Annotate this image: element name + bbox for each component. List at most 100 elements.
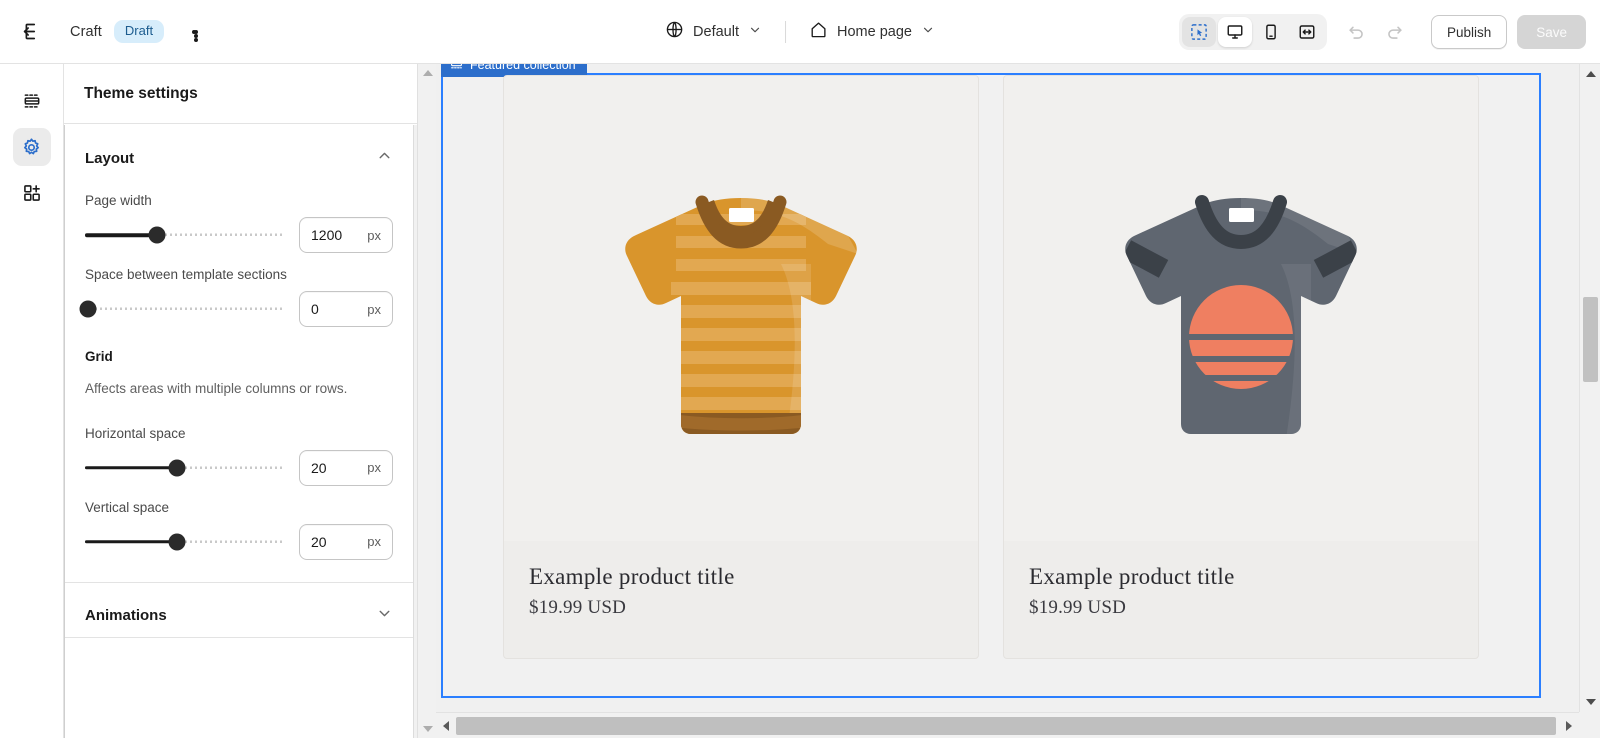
section-header-layout[interactable]: Layout bbox=[85, 125, 393, 179]
save-button[interactable]: Save bbox=[1517, 15, 1586, 49]
panel-header: Theme settings bbox=[64, 64, 435, 124]
sidebar-item-sections[interactable] bbox=[13, 82, 51, 120]
locale-selector[interactable]: Default bbox=[654, 13, 773, 50]
dot bbox=[193, 37, 198, 42]
product-title[interactable]: Example product title bbox=[529, 563, 953, 592]
product-price: $19.99 USD bbox=[1029, 596, 1127, 618]
product-card-1[interactable]: Example product title $19.99 USD bbox=[503, 75, 979, 659]
product-card-2[interactable]: Example product title $19.99 USD bbox=[1003, 75, 1479, 659]
triangle-up-icon bbox=[1585, 71, 1596, 77]
slider-thumb[interactable] bbox=[168, 533, 186, 551]
input-horizontal-space[interactable]: 20 px bbox=[299, 449, 393, 486]
field-label-space-between-sections: Space between template sections bbox=[85, 267, 287, 282]
triangle-right-icon bbox=[1566, 721, 1572, 731]
section-icon bbox=[450, 64, 463, 73]
dot bbox=[193, 29, 198, 34]
dots-group bbox=[192, 29, 198, 42]
divider bbox=[784, 20, 786, 43]
slider-fill bbox=[85, 540, 177, 544]
section-title: Animations bbox=[85, 607, 167, 625]
top-bar: Craft Draft Default Home page Publish Sa… bbox=[0, 0, 1600, 64]
selected-section-frame[interactable]: Featured collection Example product titl… bbox=[441, 64, 1541, 698]
orange-striped-tshirt-icon bbox=[625, 195, 857, 434]
left-icon-rail bbox=[0, 64, 64, 738]
triangle-up-icon bbox=[422, 70, 433, 76]
field-space-between-sections: 0 px bbox=[79, 291, 393, 327]
topbar-right-group: Publish Save bbox=[1178, 0, 1586, 64]
dot bbox=[193, 33, 198, 38]
status-badge: Draft bbox=[113, 20, 165, 43]
scroll-up-arrow[interactable] bbox=[418, 64, 437, 82]
desktop-icon[interactable] bbox=[1217, 17, 1252, 47]
sidebar-item-theme-settings[interactable] bbox=[12, 128, 51, 166]
cursor-select-icon[interactable] bbox=[1181, 17, 1216, 47]
field-label-page-width: Page width bbox=[85, 193, 152, 208]
topbar-center-group: Default Home page bbox=[654, 13, 946, 50]
mobile-icon[interactable] bbox=[1254, 17, 1288, 47]
product-title[interactable]: Example product title bbox=[1029, 563, 1453, 592]
chevron-down-icon bbox=[748, 23, 762, 41]
triangle-down-icon bbox=[1585, 699, 1596, 705]
slider-fill bbox=[85, 466, 177, 470]
input-vertical-space[interactable]: 20 px bbox=[299, 523, 393, 560]
slider-vertical-space[interactable] bbox=[85, 531, 285, 553]
chevron-down-icon bbox=[921, 23, 935, 41]
sidebar-item-apps[interactable] bbox=[13, 174, 51, 212]
triangle-left-icon bbox=[443, 721, 449, 731]
fullscreen-icon[interactable] bbox=[1290, 17, 1324, 47]
input-unit: px bbox=[367, 534, 381, 550]
slider-space-between-sections[interactable] bbox=[79, 298, 285, 320]
field-vertical-space: 20 px bbox=[85, 523, 393, 560]
theme-name: Craft bbox=[70, 23, 102, 40]
field-label-horizontal-space: Horizontal space bbox=[85, 425, 186, 441]
theme-settings-panel: Theme settings Layout Page width 1200 px… bbox=[64, 64, 436, 738]
publish-button[interactable]: Publish bbox=[1430, 15, 1508, 49]
globe-icon bbox=[665, 20, 684, 43]
section-title: Layout bbox=[85, 149, 135, 167]
page-selector[interactable]: Home page bbox=[798, 13, 946, 50]
slider-thumb[interactable] bbox=[168, 459, 186, 477]
panel-scroll-area: Layout Page width 1200 px Space between … bbox=[64, 125, 413, 738]
page-label: Home page bbox=[836, 23, 912, 40]
scroll-down-arrow[interactable] bbox=[1580, 692, 1600, 712]
slider-thumb[interactable] bbox=[79, 300, 97, 318]
product-grid: Example product title $19.99 USD Example… bbox=[443, 75, 1539, 696]
scroll-left-arrow[interactable] bbox=[436, 713, 456, 738]
scrollbar-thumb[interactable] bbox=[1583, 297, 1598, 382]
gray-sunset-tshirt-icon bbox=[1125, 194, 1357, 434]
input-page-width[interactable]: 1200 px bbox=[299, 217, 393, 253]
preview-horizontal-scrollbar[interactable] bbox=[436, 712, 1579, 738]
locale-label: Default bbox=[693, 23, 739, 40]
input-space-between-sections[interactable]: 0 px bbox=[299, 291, 393, 327]
input-unit: px bbox=[367, 460, 381, 476]
preview-area: Featured collection Example product titl… bbox=[436, 64, 1600, 738]
panel-outer-scrollbar[interactable] bbox=[417, 64, 436, 738]
redo-icon[interactable] bbox=[1377, 14, 1413, 50]
scroll-right-arrow[interactable] bbox=[1559, 713, 1579, 738]
scroll-up-arrow[interactable] bbox=[1580, 64, 1600, 84]
exit-icon[interactable] bbox=[14, 14, 50, 50]
history-controls bbox=[1339, 14, 1413, 50]
scrollbar-thumb[interactable] bbox=[456, 717, 1556, 735]
product-info-1: Example product title $19.99 USD bbox=[504, 541, 978, 619]
input-value: 1200 bbox=[311, 227, 343, 243]
settings-section-animations: Animations bbox=[65, 583, 413, 638]
preview-vertical-scrollbar[interactable] bbox=[1579, 64, 1600, 738]
chevron-down-icon bbox=[376, 605, 393, 627]
scroll-down-arrow[interactable] bbox=[418, 720, 437, 738]
slider-page-width[interactable] bbox=[85, 224, 285, 246]
slider-horizontal-space[interactable] bbox=[85, 457, 285, 479]
field-page-width: 1200 px bbox=[85, 217, 393, 253]
slider-thumb[interactable] bbox=[148, 226, 166, 244]
section-header-animations[interactable]: Animations bbox=[85, 583, 393, 637]
chevron-up-icon bbox=[376, 147, 393, 169]
slider-fill bbox=[85, 233, 157, 237]
settings-section-layout: Layout Page width 1200 px Space between … bbox=[65, 125, 413, 583]
undo-icon[interactable] bbox=[1339, 14, 1375, 50]
more-menu-icon[interactable] bbox=[178, 16, 210, 48]
product-price: $19.99 USD bbox=[529, 596, 627, 618]
help-text-grid: Affects areas with multiple columns or r… bbox=[85, 381, 348, 396]
page-title: Theme settings bbox=[84, 84, 198, 102]
input-unit: px bbox=[367, 227, 381, 243]
topbar-left-group: Craft Draft bbox=[0, 14, 210, 50]
